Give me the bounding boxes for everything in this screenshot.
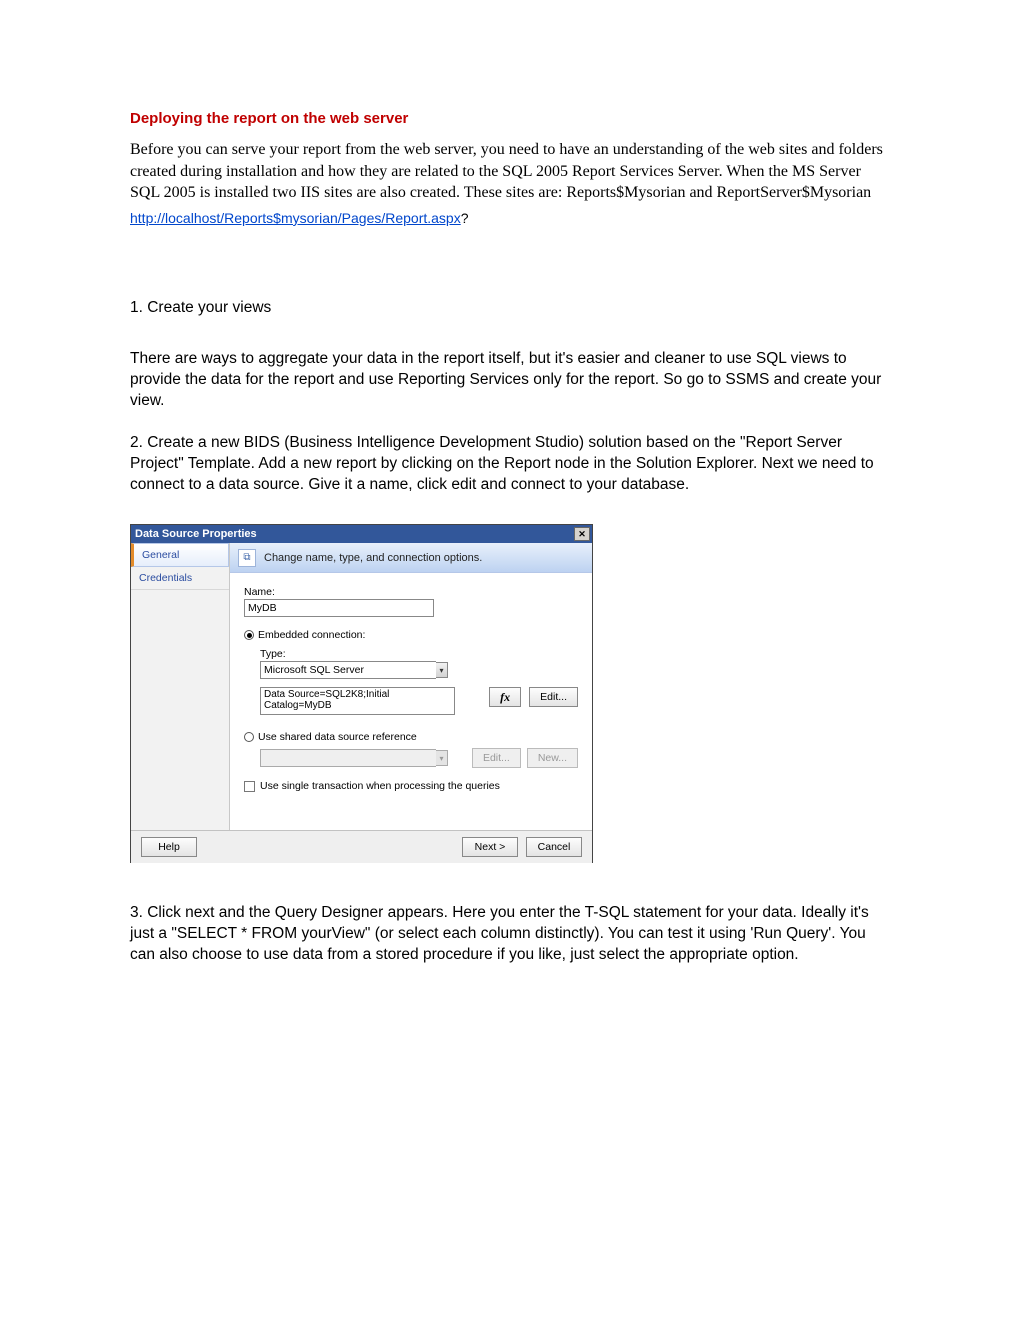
- intro-paragraph: Before you can serve your report from th…: [130, 139, 890, 204]
- dialog-title: Data Source Properties: [135, 528, 257, 540]
- help-button[interactable]: Help: [141, 837, 197, 857]
- fx-icon: fx: [500, 690, 510, 705]
- dialog-footer: Help Next > Cancel: [131, 830, 592, 863]
- step1-title: 1. Create your views: [130, 298, 890, 319]
- embedded-label: Embedded connection:: [258, 629, 365, 641]
- close-icon: ✕: [578, 529, 586, 540]
- chevron-down-icon: ▾: [436, 750, 448, 766]
- shared-label: Use shared data source reference: [258, 731, 417, 743]
- shared-select: [260, 749, 436, 767]
- dialog-titlebar: Data Source Properties ✕: [131, 525, 592, 543]
- report-url-link[interactable]: http://localhost/Reports$mysorian/Pages/…: [130, 210, 461, 226]
- close-button[interactable]: ✕: [574, 527, 590, 541]
- link-question-mark: ?: [461, 210, 469, 226]
- step1-body: There are ways to aggregate your data in…: [130, 349, 890, 412]
- embedded-radio[interactable]: [244, 630, 254, 640]
- name-input[interactable]: [244, 599, 434, 617]
- data-source-properties-dialog: Data Source Properties ✕ General Credent…: [130, 524, 593, 863]
- edit-shared-button: Edit...: [472, 748, 521, 768]
- tab-credentials[interactable]: Credentials: [131, 567, 229, 590]
- chevron-down-icon[interactable]: ▾: [436, 662, 448, 678]
- section-heading: Deploying the report on the web server: [130, 110, 890, 127]
- dialog-sidebar: General Credentials: [131, 543, 230, 830]
- shared-radio[interactable]: [244, 732, 254, 742]
- step3-body: 3. Click next and the Query Designer app…: [130, 903, 890, 966]
- fx-button[interactable]: fx: [489, 687, 521, 707]
- edit-connection-button[interactable]: Edit...: [529, 687, 578, 707]
- dialog-banner: ⧉ Change name, type, and connection opti…: [230, 543, 592, 573]
- tab-general[interactable]: General: [131, 543, 229, 567]
- name-label: Name:: [244, 586, 578, 598]
- type-label: Type:: [260, 648, 578, 660]
- properties-icon: ⧉: [238, 549, 256, 567]
- new-shared-button: New...: [527, 748, 578, 768]
- connection-string-input[interactable]: Data Source=SQL2K8;Initial Catalog=MyDB: [260, 687, 455, 715]
- single-transaction-checkbox[interactable]: [244, 781, 255, 792]
- type-select[interactable]: [260, 661, 436, 679]
- cancel-button[interactable]: Cancel: [526, 837, 582, 857]
- next-button[interactable]: Next >: [462, 837, 518, 857]
- single-transaction-label: Use single transaction when processing t…: [260, 780, 500, 792]
- banner-text: Change name, type, and connection option…: [264, 552, 482, 564]
- step2-body: 2. Create a new BIDS (Business Intellige…: [130, 433, 890, 496]
